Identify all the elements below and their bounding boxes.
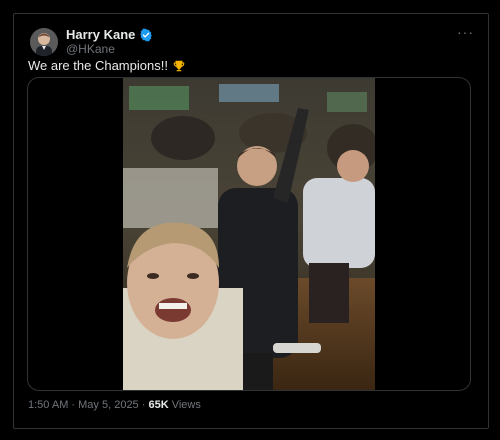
author-name[interactable]: Harry Kane [66, 27, 135, 42]
tweet-text-body: We are the Champions!! [28, 58, 168, 73]
meta-separator: · [68, 399, 79, 411]
views-label: Views [171, 399, 201, 411]
tweet-time[interactable]: 1:50 AM [28, 399, 68, 411]
author-name-row: Harry Kane [66, 27, 153, 42]
views-count: 65K [148, 399, 169, 411]
avatar-image [30, 28, 58, 56]
tweet-text: We are the Champions!! [28, 58, 186, 73]
more-options-icon[interactable]: ··· [457, 24, 474, 40]
avatar[interactable] [30, 28, 58, 56]
tweet-card: Harry Kane @HKane ··· We are the Champio… [13, 13, 489, 429]
tweet-date[interactable]: May 5, 2025 [78, 399, 139, 411]
media-container [27, 77, 471, 391]
tweet-meta: 1:50 AM · May 5, 2025 · 65K Views [28, 399, 201, 411]
trophy-icon [172, 59, 186, 73]
author-handle[interactable]: @HKane [66, 42, 115, 56]
video-frame [123, 78, 379, 390]
video-player[interactable] [123, 78, 379, 390]
meta-separator-2: · [138, 399, 149, 411]
verified-badge-icon [139, 28, 153, 42]
